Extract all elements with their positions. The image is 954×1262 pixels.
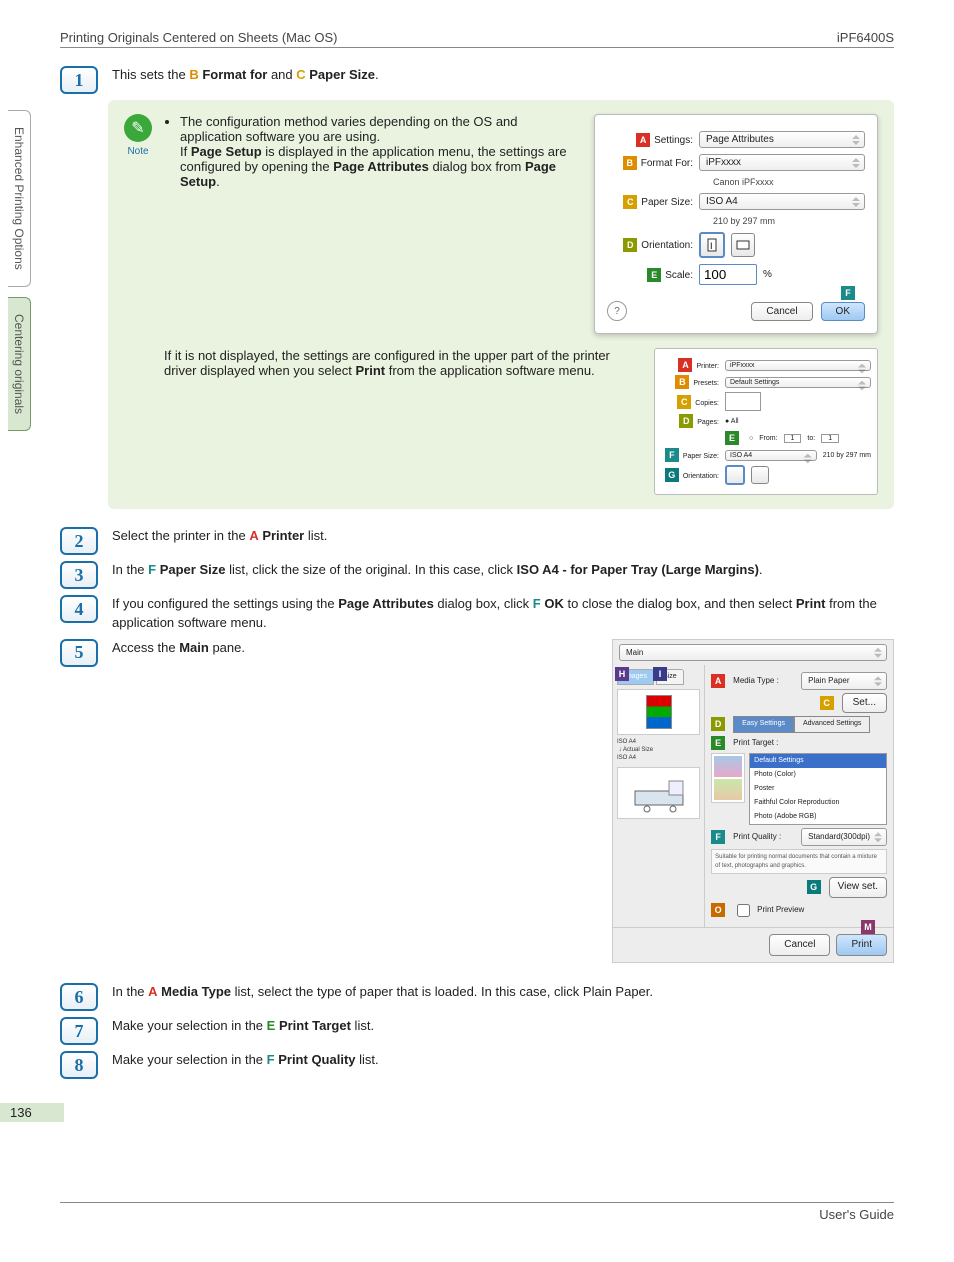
advanced-settings-tab[interactable]: Advanced Settings: [794, 716, 870, 732]
main-pane-dialog: Main HI ImagesSize ISO A4 ↓ Actual SizeI…: [612, 639, 894, 964]
copies-input[interactable]: 1: [725, 392, 761, 411]
print-dialog-upper: APrinter:iPFxxxx BPresets:Default Settin…: [654, 348, 878, 495]
print-preview-checkbox[interactable]: [737, 904, 750, 917]
main-cancel-button[interactable]: Cancel: [769, 934, 830, 957]
side-tabs: Enhanced Printing Options Centering orig…: [8, 110, 59, 441]
format-for-select[interactable]: iPFxxxx: [699, 154, 865, 171]
presets-select[interactable]: Default Settings: [725, 377, 871, 388]
print-button[interactable]: Print: [836, 934, 887, 957]
orientation-landscape[interactable]: [731, 233, 755, 257]
page-attributes-dialog: ASettings:Page Attributes BFormat For:iP…: [594, 114, 878, 334]
paper-preview: [617, 689, 700, 735]
step-num-1: 1: [60, 66, 98, 94]
header-left: Printing Originals Centered on Sheets (M…: [60, 30, 337, 45]
page-number: 136: [0, 1103, 64, 1122]
settings-select[interactable]: Page Attributes: [699, 131, 865, 148]
header-right: iPF6400S: [837, 30, 894, 45]
paper-size-select[interactable]: ISO A4: [699, 193, 865, 210]
printer-preview: [617, 767, 700, 819]
easy-settings-tab[interactable]: Easy Settings: [733, 716, 794, 732]
set-button[interactable]: Set...: [842, 693, 887, 714]
note-icon: ✎ Note: [124, 114, 152, 495]
pane-select[interactable]: Main: [619, 644, 887, 662]
view-set-button[interactable]: View set.: [829, 877, 887, 898]
tab-enhanced[interactable]: Enhanced Printing Options: [8, 110, 31, 287]
page-header: Printing Originals Centered on Sheets (M…: [60, 30, 894, 48]
tab-centering[interactable]: Centering originals: [8, 297, 31, 431]
orientation-portrait[interactable]: I: [699, 232, 725, 258]
media-type-select[interactable]: Plain Paper: [801, 672, 887, 690]
note-box: ✎ Note The configuration method varies d…: [108, 100, 894, 509]
help-icon[interactable]: ?: [607, 301, 627, 321]
ok-button[interactable]: OK: [821, 302, 865, 321]
printer-select[interactable]: iPFxxxx: [725, 360, 871, 371]
scale-input[interactable]: [699, 264, 757, 285]
footer: User's Guide: [60, 1202, 894, 1222]
print-target-list[interactable]: Default Settings Photo (Color) Poster Fa…: [749, 753, 887, 826]
print-quality-select[interactable]: Standard(300dpi): [801, 828, 887, 846]
svg-text:I: I: [710, 241, 713, 251]
cancel-button[interactable]: Cancel: [751, 302, 812, 321]
step-1: 1 This sets the B Format for and C Paper…: [60, 66, 894, 94]
